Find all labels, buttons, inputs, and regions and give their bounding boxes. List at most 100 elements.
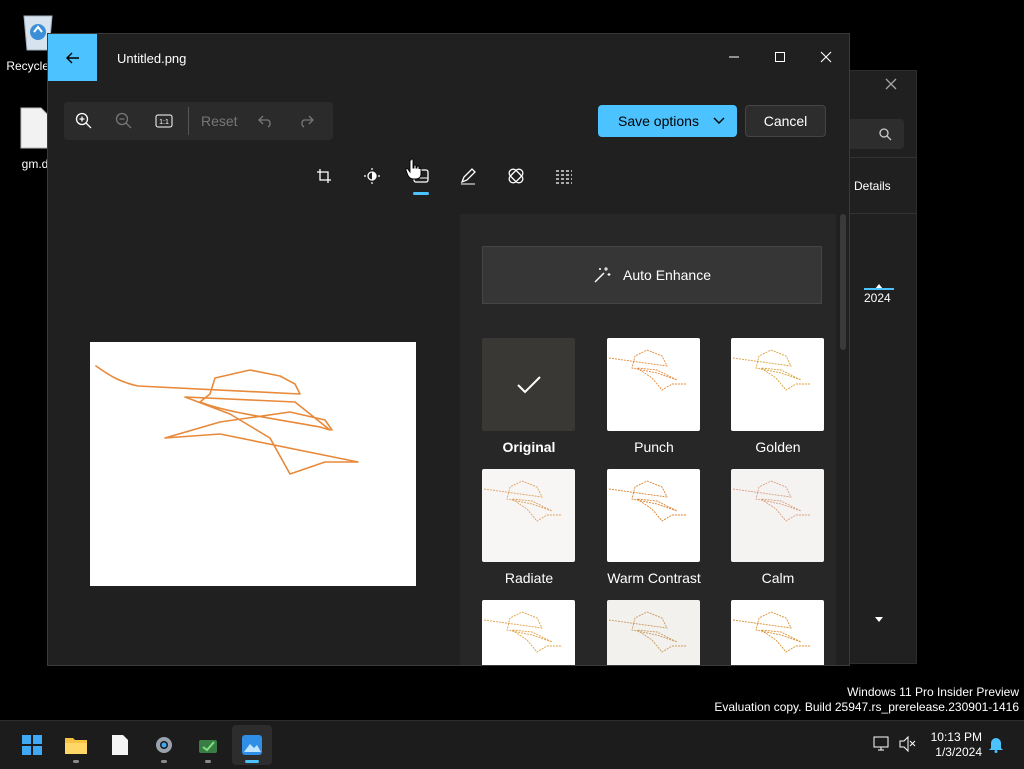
retouch-tool[interactable]	[501, 164, 531, 188]
start-icon	[22, 735, 42, 755]
window-title: Untitled.png	[117, 51, 187, 66]
photos-icon	[242, 735, 262, 755]
filter-thumbnail	[607, 600, 700, 665]
drawing-stroke	[95, 365, 359, 475]
retouch-icon	[508, 168, 524, 184]
filters-panel[interactable]: Auto Enhance Original Punch Golden Radia…	[460, 214, 836, 665]
filter-label: Original	[502, 439, 556, 455]
minimize-button[interactable]	[711, 42, 757, 72]
redo-icon	[300, 115, 314, 128]
filter-item[interactable]	[482, 600, 576, 665]
panel-scrollbar[interactable]	[840, 214, 846, 350]
filter-item[interactable]	[607, 600, 701, 665]
system-clock[interactable]: 10:13 PM 1/3/2024	[924, 730, 982, 760]
crop-tool[interactable]	[309, 164, 339, 188]
filter-original[interactable]: Original	[482, 338, 576, 455]
chevron-down-icon	[713, 117, 725, 124]
magic-wand-icon	[594, 267, 611, 283]
auto-enhance-label: Auto Enhance	[623, 267, 711, 283]
scroll-down-icon[interactable]	[874, 611, 884, 629]
desktop-icon-label: gm.d	[21, 157, 49, 171]
taskbar-sniping-tool[interactable]	[188, 725, 228, 765]
filter-thumbnail	[482, 338, 575, 431]
filter-label: Calm	[761, 570, 795, 586]
settings-icon	[156, 737, 172, 753]
active-indicator	[245, 760, 259, 763]
save-options-label: Save options	[618, 113, 699, 129]
filter-thumbnail	[482, 600, 575, 665]
filter-golden[interactable]: Golden	[731, 338, 825, 455]
file-explorer-icon	[65, 738, 87, 754]
network-icon[interactable]	[872, 735, 892, 758]
filter-calm[interactable]: Calm	[731, 469, 825, 586]
adjustment-tool[interactable]	[357, 164, 387, 188]
zoom-out-button[interactable]	[104, 102, 144, 140]
toolbar-divider	[188, 107, 189, 135]
hand-cursor-icon	[405, 158, 423, 185]
search-icon	[878, 127, 892, 146]
filter-punch[interactable]: Punch	[607, 338, 701, 455]
clock-time: 10:13 PM	[930, 730, 982, 744]
taskbar-notepad[interactable]	[100, 725, 140, 765]
filter-label: Radiate	[504, 570, 554, 586]
year-label: 2024	[864, 291, 891, 305]
start-button[interactable]	[12, 725, 52, 765]
actual-size-button[interactable]: 1:1	[144, 102, 184, 140]
active-tool-indicator	[413, 192, 429, 195]
taskbar: 10:13 PM 1/3/2024	[0, 720, 1024, 769]
zoom-in-button[interactable]	[64, 102, 104, 140]
undo-icon	[257, 115, 271, 128]
filter-item[interactable]	[731, 600, 825, 665]
checkmark-icon	[516, 375, 541, 393]
filter-label: Punch	[634, 439, 674, 455]
save-options-button[interactable]: Save options	[598, 105, 737, 137]
actual-size-icon: 1:1	[155, 114, 173, 128]
notepad-icon	[112, 735, 128, 755]
crop-icon	[317, 169, 331, 183]
details-button[interactable]: Details	[854, 179, 891, 193]
close-icon[interactable]	[884, 77, 898, 96]
minimize-icon	[729, 56, 739, 58]
auto-enhance-button[interactable]: Auto Enhance	[482, 246, 822, 304]
filter-radiate[interactable]: Radiate	[482, 469, 576, 586]
notification-bell-icon[interactable]	[988, 735, 1004, 758]
undo-button[interactable]	[246, 102, 286, 140]
background-tool[interactable]	[549, 164, 579, 188]
running-indicator	[161, 760, 167, 763]
volume-muted-icon[interactable]	[898, 735, 918, 758]
zoom-toolbar: 1:1 Reset	[64, 102, 333, 140]
image-canvas[interactable]	[90, 342, 416, 586]
back-arrow-icon	[65, 52, 79, 63]
clock-date: 1/3/2024	[935, 745, 982, 759]
maximize-button[interactable]	[757, 42, 803, 72]
redo-button[interactable]	[286, 102, 326, 140]
filter-thumbnail	[607, 338, 700, 431]
running-indicator	[73, 760, 79, 763]
adjustment-icon	[364, 168, 380, 184]
zoom-out-icon	[115, 112, 132, 129]
filter-thumbnail	[731, 469, 824, 562]
year-indicator	[864, 288, 894, 290]
markup-icon	[460, 168, 476, 185]
taskbar-settings[interactable]	[144, 725, 184, 765]
markup-tool[interactable]	[453, 164, 483, 188]
close-icon	[820, 51, 832, 63]
os-watermark: Windows 11 Pro Insider Preview Evaluatio…	[714, 685, 1019, 715]
filter-label: Golden	[755, 439, 801, 455]
reset-button[interactable]: Reset	[193, 113, 246, 129]
filter-thumbnail	[607, 469, 700, 562]
taskbar-photos[interactable]	[232, 725, 272, 765]
cancel-button[interactable]: Cancel	[745, 105, 826, 137]
taskbar-file-explorer[interactable]	[56, 725, 96, 765]
back-button[interactable]	[48, 34, 97, 81]
filter-thumbnail	[482, 469, 575, 562]
watermark-line-2: Evaluation copy. Build 25947.rs_prerelea…	[714, 700, 1019, 714]
filter-label: Warm Contrast	[607, 570, 701, 586]
filter-warm-contrast[interactable]: Warm Contrast	[607, 469, 701, 586]
close-button[interactable]	[803, 42, 849, 72]
svg-text:1:1: 1:1	[159, 119, 169, 126]
watermark-line-1: Windows 11 Pro Insider Preview	[847, 685, 1019, 699]
photos-editor-window[interactable]: Untitled.png 1:1 Reset Save options Canc…	[47, 33, 850, 666]
filter-thumbnail	[731, 600, 824, 665]
running-indicator	[205, 760, 211, 763]
